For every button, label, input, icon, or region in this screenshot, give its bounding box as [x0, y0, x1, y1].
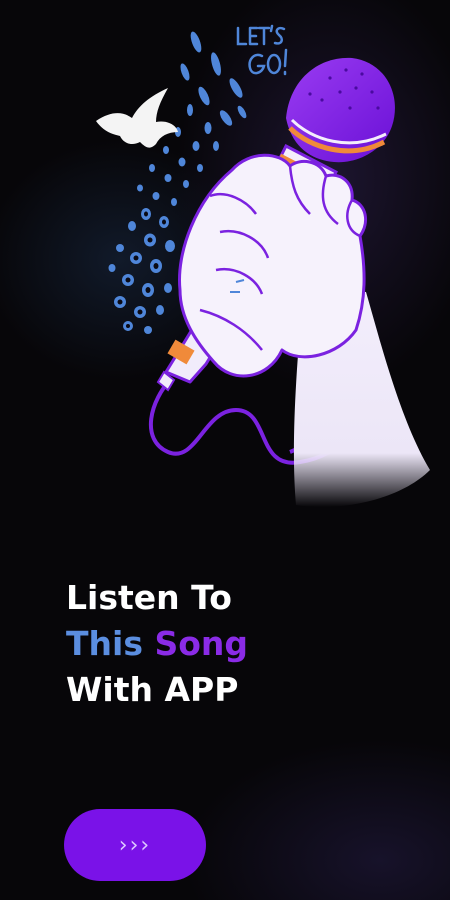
headline-line-3: With APP	[66, 670, 239, 709]
headline-word-this: This	[66, 624, 143, 663]
headline-word-song: Song	[154, 624, 249, 663]
bird-icon	[96, 88, 178, 148]
chevron-triple-right-icon: ›››	[118, 832, 152, 858]
lets-go-lettering	[236, 24, 288, 76]
next-button[interactable]: ›››	[64, 809, 206, 881]
hand	[177, 153, 368, 378]
headline-line-1: Listen To	[66, 578, 232, 617]
headline: Listen To This Song With APP	[66, 575, 248, 713]
onboarding-screen: Listen To This Song With APP ›››	[0, 0, 450, 900]
microphone-hand-illustration	[96, 24, 430, 507]
headline-line-2: This Song	[66, 621, 248, 667]
